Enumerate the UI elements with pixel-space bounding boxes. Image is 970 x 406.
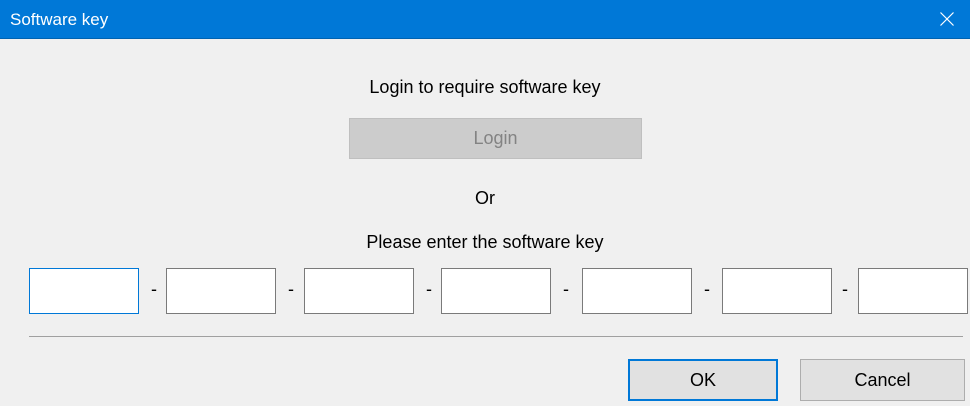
- key-separator: -: [704, 279, 710, 299]
- login-button[interactable]: Login: [349, 118, 642, 159]
- cancel-button[interactable]: Cancel: [800, 359, 965, 401]
- key-separator: -: [151, 279, 157, 299]
- key-field-3[interactable]: [304, 268, 414, 314]
- close-button[interactable]: [924, 0, 970, 38]
- key-separator: -: [563, 279, 569, 299]
- key-field-2[interactable]: [166, 268, 276, 314]
- key-field-1[interactable]: [29, 268, 139, 314]
- login-prompt: Login to require software key: [369, 77, 601, 97]
- or-label: Or: [475, 188, 495, 208]
- title-bar[interactable]: Software key: [0, 0, 970, 39]
- key-separator: -: [288, 279, 294, 299]
- ok-button[interactable]: OK: [628, 359, 778, 401]
- key-field-4[interactable]: [441, 268, 551, 314]
- key-field-5[interactable]: [582, 268, 692, 314]
- key-field-7[interactable]: [858, 268, 968, 314]
- divider: [29, 336, 963, 337]
- enter-key-prompt: Please enter the software key: [366, 232, 604, 252]
- key-separator: -: [842, 279, 848, 299]
- window-title: Software key: [10, 10, 109, 29]
- key-separator: -: [426, 279, 432, 299]
- dialog-body: Login to require software key Login Or P…: [0, 39, 970, 406]
- close-icon: [940, 12, 954, 26]
- key-field-6[interactable]: [722, 268, 832, 314]
